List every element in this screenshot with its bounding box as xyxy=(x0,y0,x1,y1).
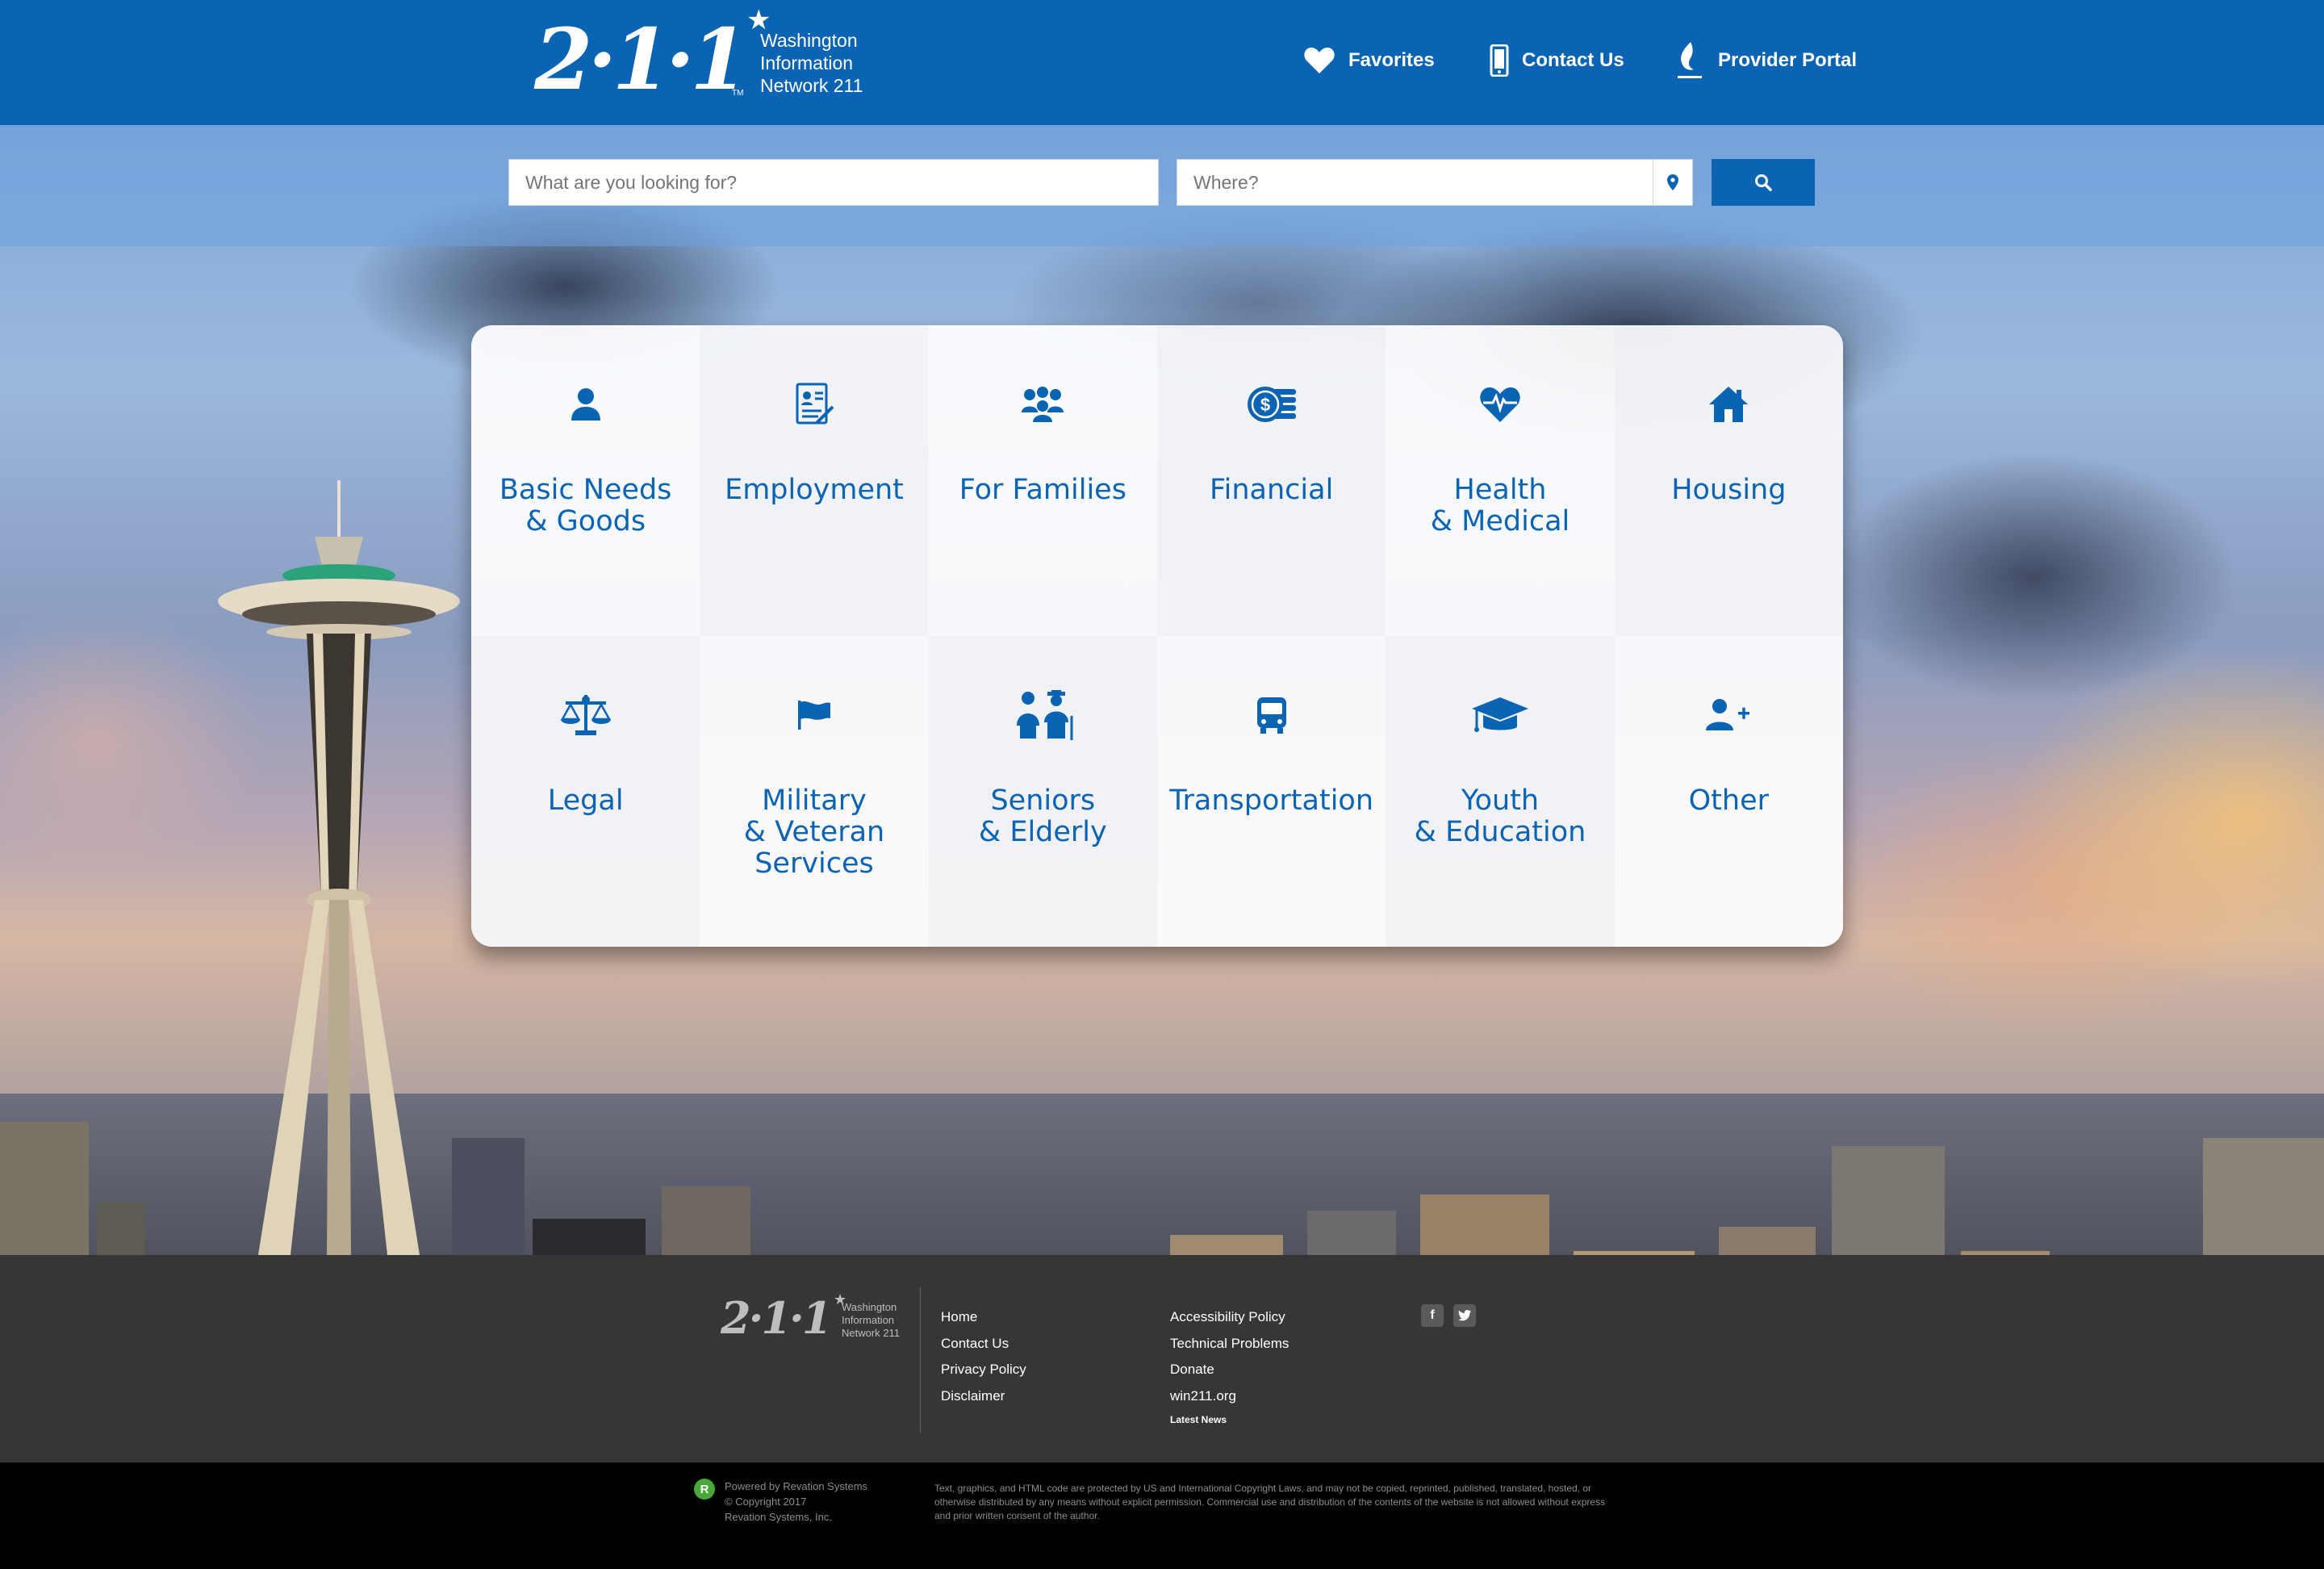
tile-label-line: Basic Needs xyxy=(499,474,672,506)
graduation-cap-icon xyxy=(1471,697,1528,732)
page: 2·1·1 ★ TM Washington Information Networ… xyxy=(0,0,2324,1569)
logo-line: Network 211 xyxy=(760,75,863,96)
category-basic-needs[interactable]: Basic Needs & Goods xyxy=(471,325,700,636)
tile-label-line: Services xyxy=(754,847,874,880)
tile-label-line: For Families xyxy=(959,474,1126,506)
tile-label-line: Financial xyxy=(1210,474,1334,506)
footer-link-win211[interactable]: win211.org xyxy=(1170,1383,1289,1410)
scales-of-justice-icon xyxy=(560,695,611,735)
copyright-bar: R Powered by Revation Systems © Copyrigh… xyxy=(0,1462,2324,1569)
tile-label-line: Health xyxy=(1453,474,1547,506)
flag-icon xyxy=(797,701,830,730)
bus-icon xyxy=(1256,697,1286,734)
footer-logo-line: Washington xyxy=(842,1301,897,1313)
footer-link-technical[interactable]: Technical Problems xyxy=(1170,1331,1289,1358)
tile-label-line: & Medical xyxy=(1430,505,1570,538)
category-other[interactable]: Other xyxy=(1615,636,1843,947)
legal-notice: Text, graphics, and HTML code are protec… xyxy=(934,1483,1606,1521)
category-legal[interactable]: Legal xyxy=(471,636,700,947)
nav-contact-us[interactable]: Contact Us xyxy=(1490,42,1624,79)
space-needle-image xyxy=(218,480,460,1255)
category-for-families[interactable]: For Families xyxy=(929,325,1157,636)
category-employment[interactable]: Employment xyxy=(700,325,929,636)
footer-links-secondary: Accessibility Policy Technical Problems … xyxy=(1170,1304,1289,1430)
footer-link-accessibility[interactable]: Accessibility Policy xyxy=(1170,1304,1289,1331)
footer-link-privacy[interactable]: Privacy Policy xyxy=(941,1357,1026,1383)
search-bar xyxy=(0,125,2324,246)
footer-logo-text: Washington Information Network 211 xyxy=(842,1301,900,1340)
search-input[interactable] xyxy=(508,159,1159,206)
footer-divider xyxy=(920,1287,921,1433)
add-user-icon xyxy=(1706,699,1750,730)
site-footer: 2·1·1 ★ Washington Information Network 2… xyxy=(0,1255,2324,1462)
search-icon xyxy=(1755,174,1772,191)
footer-logo[interactable]: 2·1·1 ★ Washington Information Network 2… xyxy=(721,1291,914,1356)
logo-tm: TM xyxy=(732,89,744,98)
tile-label-line: Housing xyxy=(1671,474,1787,506)
tile-label-line: & Veteran xyxy=(743,816,885,848)
category-seniors-elderly[interactable]: Seniors & Elderly xyxy=(928,636,1157,947)
logo-number: 2·1·1 xyxy=(534,10,749,109)
footer-link-home[interactable]: Home xyxy=(941,1304,1026,1331)
flame-icon xyxy=(1678,42,1702,78)
logo-line: Information xyxy=(760,52,854,73)
powered-by: R Powered by Revation Systems © Copyrigh… xyxy=(694,1479,867,1525)
powered-line: Revation Systems, Inc. xyxy=(725,1511,832,1523)
site-logo[interactable]: 2·1·1 ★ TM Washington Information Networ… xyxy=(534,6,873,111)
category-financial[interactable]: $ Financial xyxy=(1157,325,1386,636)
tile-label-line: Transportation xyxy=(1169,784,1374,817)
coins-dollar-icon: $ xyxy=(1247,387,1296,422)
location-input[interactable] xyxy=(1177,159,1654,206)
category-grid: Basic Needs & Goods Employment For Famili… xyxy=(471,325,1843,947)
revation-logo-icon[interactable]: R xyxy=(694,1479,715,1500)
house-icon xyxy=(1709,387,1749,422)
facebook-icon[interactable]: f xyxy=(1421,1304,1444,1327)
tile-label-line: & Education xyxy=(1414,816,1586,848)
category-youth-education[interactable]: Youth & Education xyxy=(1386,636,1615,947)
footer-logo-line: Network 211 xyxy=(842,1327,901,1339)
footer-links-primary: Home Contact Us Privacy Policy Disclaime… xyxy=(941,1304,1026,1409)
resume-document-icon xyxy=(796,383,834,425)
footer-link-contact[interactable]: Contact Us xyxy=(941,1331,1026,1358)
mobile-phone-icon xyxy=(1490,44,1509,77)
nav-favorites-label: Favorites xyxy=(1348,49,1435,71)
heart-icon xyxy=(1304,47,1335,73)
family-group-icon xyxy=(1022,387,1064,422)
footer-link-latest-news[interactable]: Latest News xyxy=(1170,1409,1289,1430)
tile-label-line: & Elderly xyxy=(978,816,1107,848)
svg-text:$: $ xyxy=(1260,395,1270,415)
seniors-couple-icon xyxy=(1017,690,1073,740)
category-health-medical[interactable]: Health & Medical xyxy=(1386,325,1614,636)
category-transportation[interactable]: Transportation xyxy=(1157,636,1386,947)
nav-favorites[interactable]: Favorites xyxy=(1303,42,1435,79)
powered-line: © Copyright 2017 xyxy=(725,1496,807,1508)
tile-label-line: Legal xyxy=(547,784,624,817)
tile-label-line: Other xyxy=(1688,784,1770,817)
logo-line: Washington xyxy=(760,30,858,51)
twitter-icon[interactable] xyxy=(1453,1304,1476,1327)
nav-portal-label: Provider Portal xyxy=(1718,49,1858,71)
category-military-veteran[interactable]: Military & Veteran Services xyxy=(700,636,928,947)
footer-link-disclaimer[interactable]: Disclaimer xyxy=(941,1383,1026,1410)
tile-label-line: Employment xyxy=(725,474,904,506)
footer-link-donate[interactable]: Donate xyxy=(1170,1357,1289,1383)
footer-logo-number: 2·1·1 xyxy=(721,1292,832,1344)
tile-label-line: Seniors xyxy=(990,784,1096,817)
tile-label-line: & Goods xyxy=(525,505,646,538)
logo-text: Washington Information Network 211 xyxy=(760,29,863,97)
footer-logo-line: Information xyxy=(842,1314,895,1326)
heart-pulse-icon xyxy=(1480,387,1520,422)
person-icon xyxy=(571,388,600,420)
location-pin-button[interactable] xyxy=(1653,159,1693,206)
site-header: 2·1·1 ★ TM Washington Information Networ… xyxy=(0,0,2324,125)
tile-label-line: Youth xyxy=(1461,784,1540,817)
powered-line: Powered by Revation Systems xyxy=(725,1480,868,1492)
tile-label-line: Military xyxy=(762,784,867,817)
category-housing[interactable]: Housing xyxy=(1614,325,1843,636)
search-button[interactable] xyxy=(1712,159,1815,206)
nav-provider-portal[interactable]: Provider Portal xyxy=(1673,42,1857,79)
nav-contact-label: Contact Us xyxy=(1522,49,1624,71)
location-pin-icon xyxy=(1667,174,1678,190)
